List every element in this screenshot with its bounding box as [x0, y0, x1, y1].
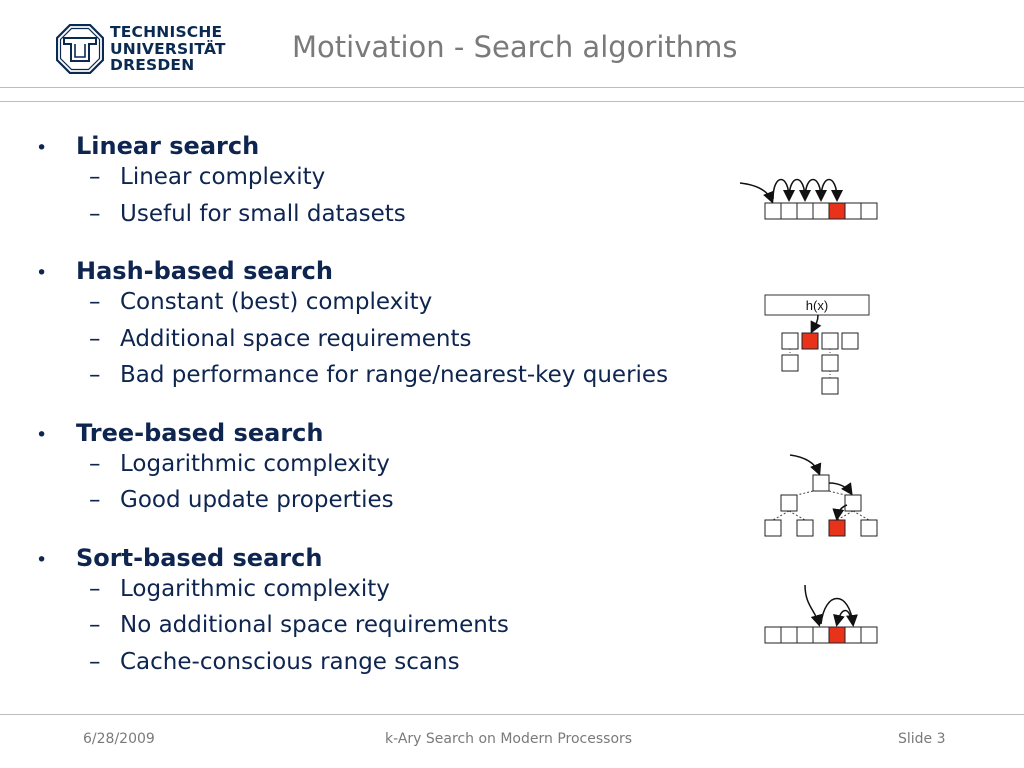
list-item: – No additional space requirements	[89, 612, 509, 638]
section-heading: Tree-based search	[76, 418, 324, 447]
logo-line: UNIVERSITÄT	[110, 39, 226, 58]
array-cell	[860, 202, 878, 220]
list-item: – Good update properties	[89, 487, 394, 513]
tree-node	[764, 519, 782, 537]
list-item: – Logarithmic complexity	[89, 450, 390, 477]
bucket-cell	[781, 332, 799, 350]
hash-arrow	[810, 314, 822, 334]
university-logo: TECHNISCHE UNIVERSITÄT DRESDEN	[56, 24, 226, 76]
tree-node	[812, 474, 830, 492]
step-arrow	[772, 178, 795, 202]
array-cell	[764, 626, 782, 644]
header-divider	[0, 87, 1024, 88]
tree-search-diagram	[764, 454, 878, 537]
section-hash-search: • Hash-based search – Constant (best) com…	[36, 257, 668, 399]
list-item: – Useful for small datasets	[89, 200, 406, 227]
tree-edge	[788, 510, 806, 521]
section-sort-search: • Sort-based search – Logarithmic complex…	[36, 544, 668, 686]
footer-date: 6/28/2009	[83, 731, 155, 747]
chain-cell	[781, 354, 799, 372]
entry-arrow	[739, 182, 775, 204]
array-cell	[780, 202, 798, 220]
section-heading: Linear search	[76, 132, 260, 160]
bullet-icon: •	[36, 137, 48, 159]
chain-cell	[821, 354, 839, 372]
array-cell	[812, 626, 830, 644]
bullet-list: • Linear search – Linear complexity – Usef…	[36, 132, 668, 685]
tree-node	[844, 494, 862, 512]
dash-icon: –	[89, 575, 101, 602]
array-cell	[844, 626, 862, 644]
step-arrow	[820, 178, 843, 202]
logo-line: DRESDEN	[110, 56, 195, 74]
array-cell	[796, 626, 814, 644]
tree-node	[860, 519, 878, 537]
list-item: – Bad performance for range/nearest-key q…	[89, 362, 669, 388]
array-cell	[844, 202, 862, 220]
bucket-cell	[821, 332, 839, 350]
tree-edge	[852, 510, 870, 521]
logo-line: TECHNISCHE	[110, 23, 223, 41]
bucket-cell-highlighted	[801, 332, 819, 350]
page-title: Motivation - Search algorithms	[292, 30, 738, 64]
list-item: – Cache-conscious range scans	[89, 648, 460, 675]
bucket-cell	[841, 332, 859, 350]
array-cells	[764, 202, 878, 220]
footer-title: k-Ary Search on Modern Processors	[385, 731, 633, 747]
section-heading: Sort-based search	[76, 543, 323, 572]
entry-arrow	[804, 584, 823, 627]
dash-icon: –	[89, 362, 101, 388]
list-item: – Logarithmic complexity	[89, 575, 390, 602]
step-arrow	[788, 178, 811, 202]
footer-divider	[0, 714, 1024, 715]
array-cell-highlighted	[828, 626, 846, 644]
array-cell	[796, 202, 814, 220]
section-tree-search: • Tree-based search – Logarithmic complex…	[36, 419, 668, 524]
dash-icon: –	[89, 325, 101, 352]
step-arrow	[833, 609, 853, 627]
chain-cell	[821, 377, 839, 395]
dash-icon: –	[89, 164, 101, 190]
tree-edge	[772, 510, 790, 521]
dash-icon: –	[89, 487, 101, 513]
section-heading: Hash-based search	[76, 257, 333, 285]
list-item: – Constant (best) complexity	[89, 289, 433, 315]
array-cell	[780, 626, 798, 644]
bullet-icon: •	[36, 423, 48, 446]
hash-function-label: h(x)	[806, 298, 828, 313]
header-divider	[0, 101, 1024, 102]
bullet-icon: •	[36, 262, 48, 284]
array-cell-highlighted	[828, 202, 846, 220]
dash-icon: –	[89, 450, 101, 477]
list-item: – Additional space requirements	[89, 325, 472, 352]
array-cell	[812, 202, 830, 220]
slide-number: Slide 3	[898, 731, 946, 747]
entry-arrow	[789, 454, 822, 476]
sort-search-diagram	[764, 584, 878, 644]
tree-node	[780, 494, 798, 512]
array-cell	[764, 202, 782, 220]
step-arrow	[804, 178, 827, 202]
tree-node-highlighted	[828, 519, 846, 537]
dash-icon: –	[89, 648, 101, 675]
dash-icon: –	[89, 612, 101, 638]
tree-edge	[796, 490, 814, 496]
dash-icon: –	[89, 200, 101, 227]
hash-search-diagram: h(x)	[764, 294, 870, 395]
step-arrow	[828, 482, 853, 496]
dash-icon: –	[89, 289, 101, 315]
linear-search-diagram	[739, 178, 878, 220]
tree-edge	[828, 490, 846, 496]
logo-text: TECHNISCHE UNIVERSITÄT DRESDEN	[110, 24, 226, 74]
bullet-icon: •	[36, 548, 48, 571]
list-item: – Linear complexity	[89, 164, 326, 190]
tree-node	[796, 519, 814, 537]
section-linear-search: • Linear search – Linear complexity – Usef…	[36, 132, 668, 237]
array-cell	[860, 626, 878, 644]
tu-dresden-logo-icon	[56, 24, 104, 74]
